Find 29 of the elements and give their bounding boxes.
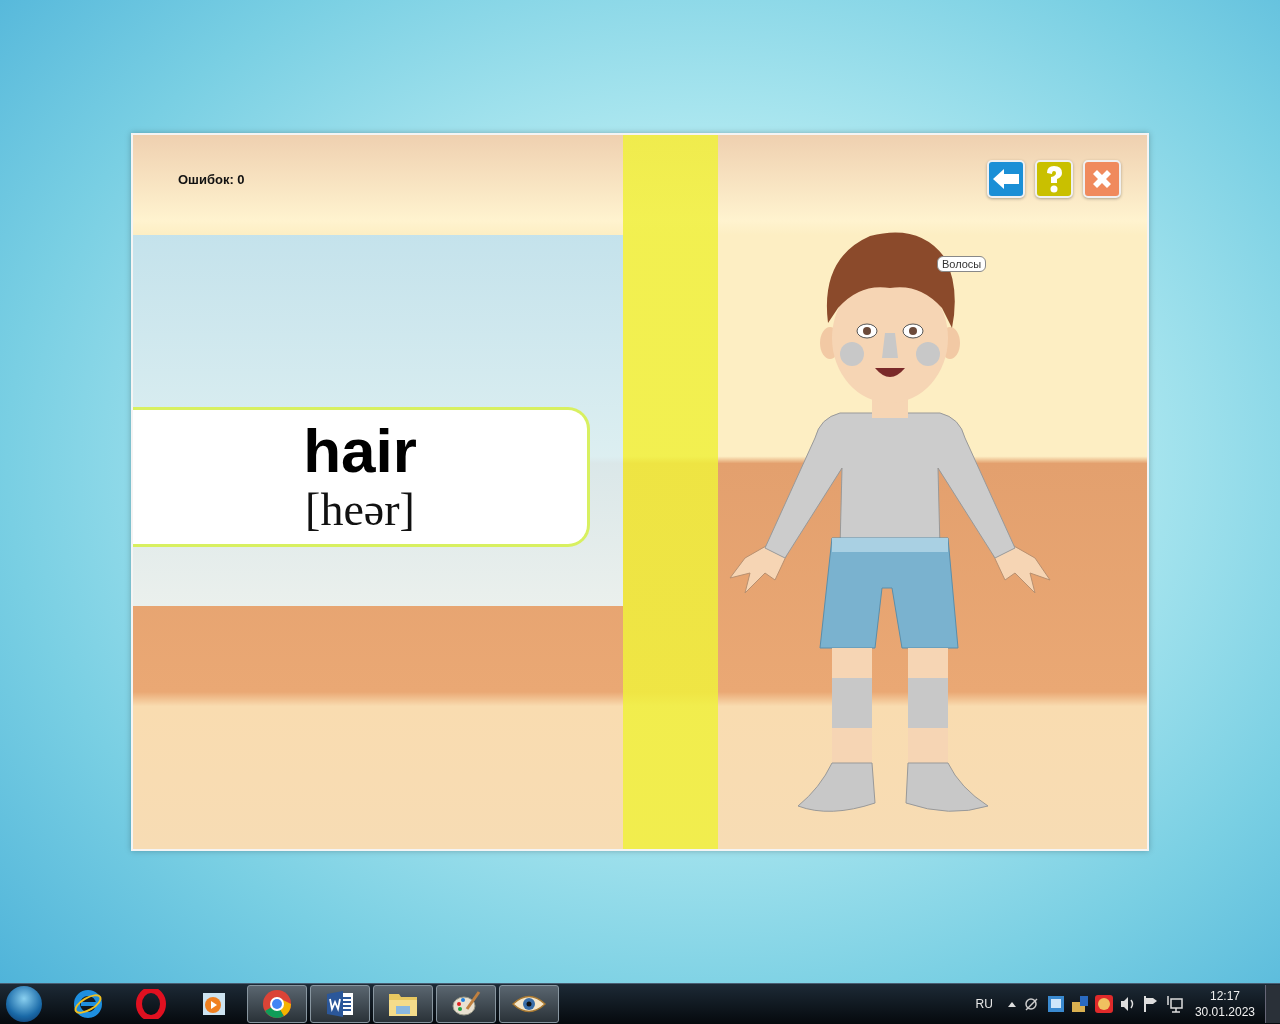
clock[interactable]: 12:17 30.01.2023: [1194, 988, 1255, 1020]
palette-icon: [451, 989, 481, 1019]
taskbar-app-button[interactable]: [310, 985, 370, 1023]
show-desktop-button[interactable]: [1265, 985, 1280, 1023]
browser-e-icon: [73, 989, 103, 1019]
show-hidden-icons-icon[interactable]: [1006, 1000, 1017, 1008]
transcription: [heər]: [305, 484, 415, 536]
english-word: hair: [303, 418, 417, 484]
chrome-icon: [262, 989, 292, 1019]
flag-icon[interactable]: [1142, 995, 1159, 1013]
taskbar-app-button[interactable]: [373, 985, 433, 1023]
play-icon: [201, 991, 227, 1017]
document-w-icon: [325, 989, 355, 1019]
taskbar-app-button[interactable]: [436, 985, 496, 1023]
clock-time: 12:17: [1209, 988, 1240, 1004]
window-tray-icon[interactable]: [1046, 995, 1065, 1013]
help-icon: [1044, 165, 1064, 193]
eye-icon: [512, 993, 546, 1015]
letter-o-icon: [136, 989, 166, 1019]
taskbar-app-button[interactable]: [499, 985, 559, 1023]
network-icon[interactable]: [1164, 995, 1183, 1013]
clock-date: 30.01.2023: [1194, 1004, 1255, 1020]
language-indicator[interactable]: RU: [975, 997, 993, 1011]
back-arrow-icon: [992, 168, 1020, 190]
hair-tooltip: Волосы: [937, 256, 987, 272]
back-button[interactable]: [987, 160, 1025, 198]
start-button[interactable]: [6, 986, 42, 1022]
error-counter: Ошибок: 0: [178, 171, 245, 187]
taskbar-app-button[interactable]: [247, 985, 307, 1023]
